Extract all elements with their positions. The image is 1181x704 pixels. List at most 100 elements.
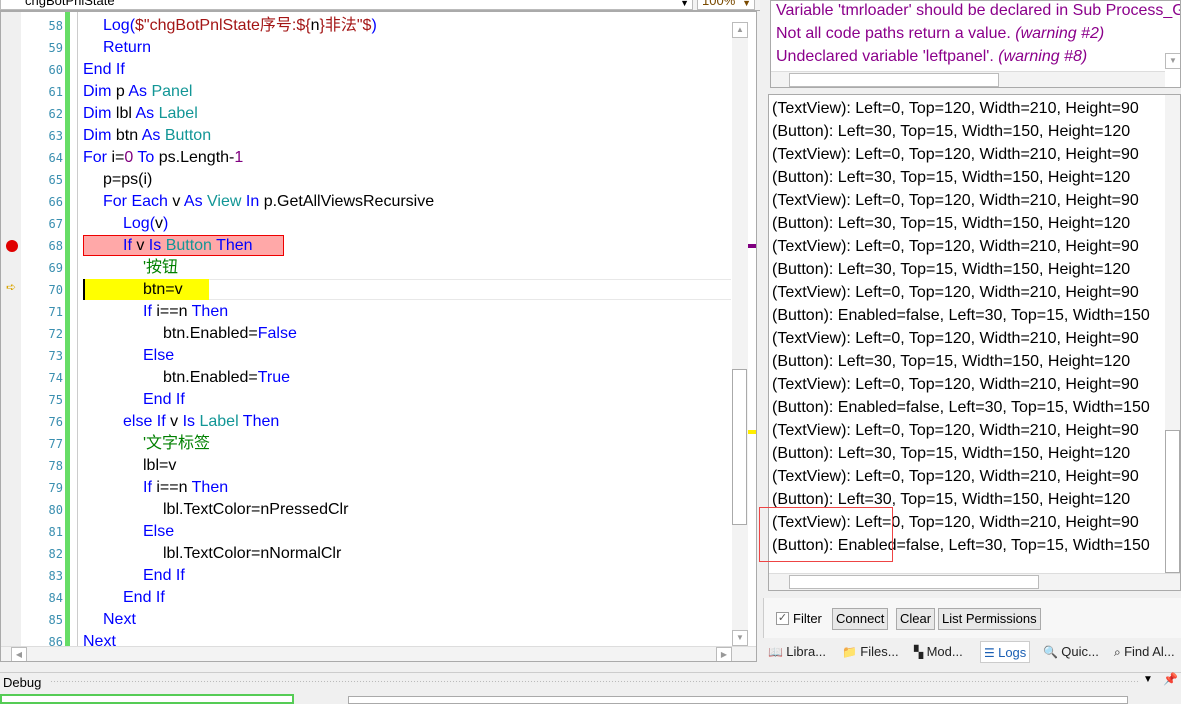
code-line[interactable]: lbl=v [143,455,176,477]
code-token: lbl=v [143,457,177,474]
log-line[interactable]: (TextView): Left=0, Top=120, Width=210, … [772,235,1139,258]
tab-label: Quic... [1061,644,1099,659]
tab-findal[interactable]: ⌕ Find Al... [1114,641,1175,663]
vertical-scroll-thumb[interactable] [732,369,747,525]
log-line[interactable]: (Button): Enabled=false, Left=30, Top=15… [772,304,1150,327]
code-line[interactable]: btn.Enabled=True [163,367,290,389]
warnings-list[interactable]: Variable 'tmrloader' should be declared … [770,0,1181,88]
warning-item[interactable]: Not all code paths return a value. (warn… [776,22,1104,45]
horizontal-scrollbar[interactable] [769,573,1180,590]
log-line[interactable]: (Button): Left=30, Top=15, Width=150, He… [772,166,1130,189]
log-line[interactable]: (TextView): Left=0, Top=120, Width=210, … [772,143,1139,166]
code-token: In [245,193,264,210]
clear-button[interactable]: Clear [896,608,936,630]
scroll-right-button[interactable]: ▶ [716,647,732,661]
code-line[interactable]: End If [143,565,185,587]
panel-grip[interactable] [50,680,1140,684]
code-line[interactable]: Log($"chgBotPnlState序号:${n}非法"$) [103,15,377,37]
horizontal-scrollbar[interactable] [771,71,1165,87]
log-line[interactable]: (TextView): Left=0, Top=120, Width=210, … [772,465,1139,488]
code-line[interactable]: '按钮 [143,257,178,279]
panel-menu-chevron-icon[interactable]: ▼ [1143,674,1153,685]
vertical-scrollbar[interactable] [1165,95,1180,573]
code-line[interactable]: If i==n Then [143,477,228,499]
debug-input[interactable] [0,694,294,704]
pin-icon[interactable]: 📌 [1163,672,1178,686]
code-line[interactable]: else If v Is Label Then [123,411,279,433]
code-line[interactable]: For i=0 To ps.Length-1 [83,147,243,169]
breakpoint-icon[interactable] [6,240,18,252]
log-line[interactable]: (Button): Left=30, Top=15, Width=150, He… [772,212,1130,235]
code-line[interactable]: Log(v) [123,213,168,235]
tab-mod[interactable]: ▚ Mod... [914,641,963,663]
list-permissions-button[interactable]: List Permissions [938,608,1041,630]
code-line[interactable]: End If [143,389,185,411]
vertical-scroll-thumb[interactable] [1165,430,1180,573]
code-line[interactable]: Return [103,37,151,59]
filter-label: Filter [793,611,822,626]
line-number: 73 [48,349,63,363]
code-line[interactable]: btn.Enabled=False [163,323,297,345]
log-line[interactable]: (TextView): Left=0, Top=120, Width=210, … [772,281,1139,304]
warning-item[interactable]: Variable 'tmrloader' should be declared … [776,1,1180,22]
log-line[interactable]: (Button): Left=30, Top=15, Width=150, He… [772,120,1130,143]
log-line[interactable]: (TextView): Left=0, Top=120, Width=210, … [772,189,1139,212]
log-line[interactable]: (TextView): Left=0, Top=120, Width=210, … [772,419,1139,442]
code-line[interactable]: For Each v As View In p.GetAllViewsRecur… [103,191,434,213]
chevron-down-icon: ▼ [680,0,689,8]
scroll-up-button[interactable]: ▲ [732,22,748,38]
code-line[interactable]: Dim btn As Button [83,125,211,147]
code-line[interactable]: If v Is Button Then [123,235,253,257]
tab-files[interactable]: 📁 Files... [842,641,899,663]
method-combo[interactable]: chgBotPnlState ▼ [0,0,693,10]
zoom-combo[interactable]: 100% ▼ [697,0,755,10]
log-line[interactable]: (TextView): Left=0, Top=120, Width=210, … [772,327,1139,350]
code-token: Label [158,105,198,122]
debug-field[interactable] [348,696,1128,704]
tab-logs[interactable]: ☰ Logs [980,641,1031,663]
code-line[interactable]: Else [143,345,174,367]
log-line[interactable]: (TextView): Left=0, Top=120, Width=210, … [772,97,1139,120]
warning-text: Variable 'tmrloader' should be declared … [776,2,1180,19]
tab-libra[interactable]: 📖 Libra... [768,641,826,663]
log-line[interactable]: (Button): Left=30, Top=15, Width=150, He… [772,258,1130,281]
horizontal-scroll-thumb[interactable] [789,575,1039,589]
horizontal-scroll-thumb[interactable] [789,73,999,87]
warning-item[interactable]: Undeclared variable 'leftpanel'. (warnin… [776,45,1087,68]
tab-quic[interactable]: 🔍 Quic... [1043,641,1099,663]
code-editor[interactable]: ➪ 58 Log($"chgBotPnlState序号:${n}非法"$) 59 Re… [0,11,757,662]
code-token: For [83,149,112,166]
log-line[interactable]: (TextView): Left=0, Top=120, Width=210, … [772,373,1139,396]
code-token: v [155,215,164,232]
breakpoint-margin[interactable] [1,12,21,646]
code-line[interactable]: Dim p As Panel [83,81,192,103]
scroll-left-button[interactable]: ◀ [11,647,27,661]
code-line[interactable]: lbl.TextColor=nNormalClr [163,543,341,565]
code-line[interactable]: If i==n Then [143,301,228,323]
scroll-down-button[interactable]: ▼ [732,630,748,646]
code-line[interactable]: Next [103,609,136,631]
vertical-scrollbar[interactable] [732,22,748,646]
filter-checkbox[interactable]: ✓ [776,612,789,625]
horizontal-scrollbar[interactable]: ◀ ▶ [1,646,756,661]
code-line[interactable]: Else [143,521,174,543]
log-line[interactable]: (Button): Left=30, Top=15, Width=150, He… [772,350,1130,373]
code-line[interactable]: btn=v [143,279,183,301]
code-token: As [183,193,208,210]
code-line[interactable]: p=ps(i) [103,169,152,191]
code-line[interactable]: End If [83,59,125,81]
code-line[interactable]: End If [123,587,165,609]
code-token: else If [123,413,171,430]
code-token: End If [123,589,165,606]
connect-button[interactable]: Connect [832,608,889,630]
log-line[interactable]: (Button): Enabled=false, Left=30, Top=15… [772,396,1150,419]
code-line[interactable]: Dim lbl As Label [83,103,198,125]
code-line[interactable]: '文字标签 [143,433,210,455]
line-number: 68 [48,239,63,253]
scroll-down-button[interactable]: ▼ [1165,53,1180,69]
log-line[interactable]: (Button): Left=30, Top=15, Width=150, He… [772,442,1130,465]
code-token: For Each [103,193,173,210]
line-number: 74 [48,371,63,385]
tab-label: Mod... [926,644,963,659]
code-line[interactable]: lbl.TextColor=nPressedClr [163,499,348,521]
